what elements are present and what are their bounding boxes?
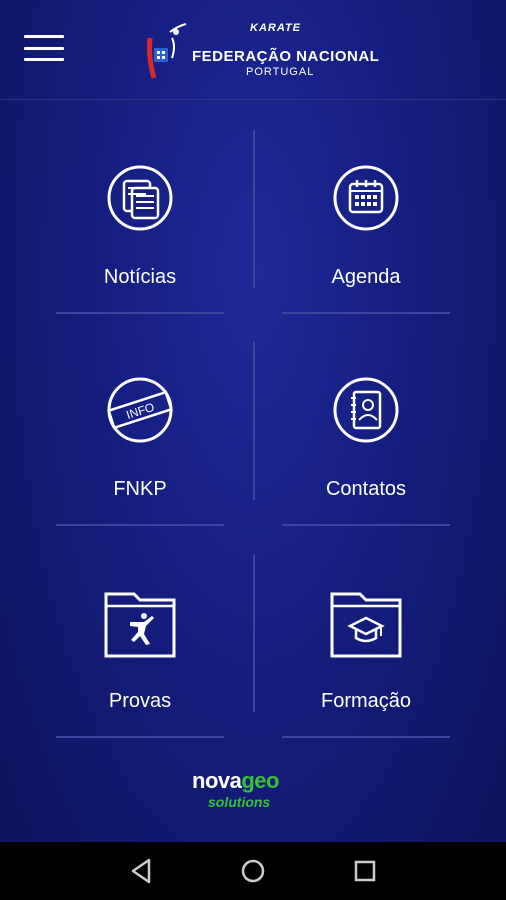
logo-karate-text: KARATE bbox=[250, 22, 302, 34]
divider-horizontal bbox=[56, 312, 224, 314]
logo-brand-text: novageo bbox=[192, 768, 279, 794]
federation-logo: KARATE FEDERAÇÃO NACIONAL PORTUGAL bbox=[142, 18, 379, 84]
logo-solutions-text: solutions bbox=[208, 794, 271, 810]
back-icon[interactable] bbox=[127, 856, 157, 886]
main-menu-grid: Notícias Agenda INFO FNKP Contatos Prova… bbox=[0, 100, 506, 740]
divider-vertical bbox=[253, 554, 255, 712]
contacts-icon bbox=[333, 377, 399, 443]
folder-karate-icon bbox=[104, 592, 176, 658]
recents-icon[interactable] bbox=[350, 856, 380, 886]
menu-item-label: Formação bbox=[320, 690, 412, 712]
logo-portugal-text: PORTUGAL bbox=[246, 66, 315, 78]
divider-horizontal bbox=[282, 312, 450, 314]
menu-item-label: Contatos bbox=[325, 478, 407, 500]
menu-item-label: Provas bbox=[108, 690, 172, 712]
folder-graduation-icon bbox=[330, 592, 402, 658]
menu-bar-line bbox=[24, 58, 64, 61]
menu-item-agenda[interactable]: Agenda bbox=[266, 130, 466, 310]
menu-item-label: Agenda bbox=[331, 266, 401, 288]
federation-emblem-icon bbox=[147, 23, 187, 79]
app-header: KARATE FEDERAÇÃO NACIONAL PORTUGAL bbox=[0, 0, 506, 100]
home-icon[interactable] bbox=[238, 856, 268, 886]
divider-horizontal bbox=[56, 736, 224, 738]
system-navigation-bar bbox=[0, 842, 506, 900]
news-icon bbox=[107, 165, 173, 231]
novageo-logo[interactable]: novageo solutions bbox=[186, 768, 326, 818]
menu-item-contatos[interactable]: Contatos bbox=[266, 342, 466, 522]
menu-item-formacao[interactable]: Formação bbox=[266, 554, 466, 734]
menu-item-label: FNKP bbox=[113, 478, 167, 500]
logo-brand-geo: geo bbox=[241, 768, 279, 793]
divider-vertical bbox=[253, 342, 255, 500]
menu-item-noticias[interactable]: Notícias bbox=[40, 130, 240, 310]
menu-bar-line bbox=[24, 46, 64, 50]
menu-item-fnkp[interactable]: INFO FNKP bbox=[40, 342, 240, 522]
info-icon: INFO bbox=[107, 377, 173, 443]
calendar-icon bbox=[333, 165, 399, 231]
hamburger-menu-icon[interactable] bbox=[22, 32, 66, 64]
divider-horizontal bbox=[282, 736, 450, 738]
logo-brand-nova: nova bbox=[192, 768, 242, 793]
divider-horizontal bbox=[282, 524, 450, 526]
menu-bar-line bbox=[24, 35, 64, 38]
divider-horizontal bbox=[56, 524, 224, 526]
menu-item-label: Notícias bbox=[103, 266, 177, 288]
logo-federation-text: FEDERAÇÃO NACIONAL bbox=[192, 48, 380, 65]
divider-vertical bbox=[253, 130, 255, 288]
menu-item-provas[interactable]: Provas bbox=[40, 554, 240, 734]
